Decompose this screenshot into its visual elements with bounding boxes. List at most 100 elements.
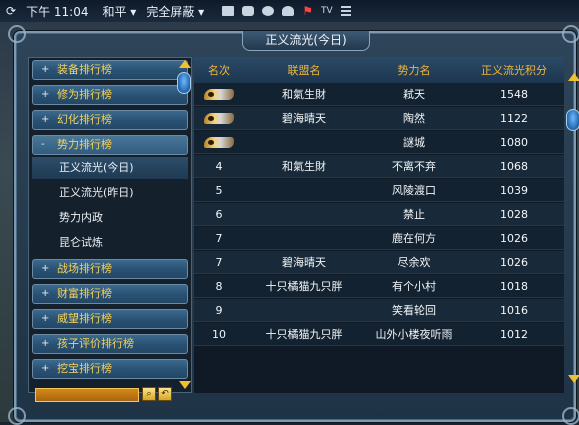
- score-cell: 1012: [500, 327, 528, 341]
- sidebar-item-label: 战场排行榜: [57, 262, 112, 275]
- column-header-rank[interactable]: 名次: [194, 62, 244, 78]
- rank-cell: 4: [215, 159, 223, 173]
- category-sidebar: + 装备排行榜 + 修为排行榜 + 幻化排行榜 - 势力排行榜 正义流光(今日)…: [28, 57, 192, 393]
- corner-ornament-icon: [562, 407, 579, 425]
- rank-cell: 7: [215, 231, 223, 245]
- table-row[interactable]: 7 碧海晴天 尽余欢 1026: [194, 251, 564, 274]
- sidebar-item-wealth[interactable]: + 财富排行榜: [32, 284, 188, 304]
- table-row[interactable]: 6 禁止 1028: [194, 203, 564, 226]
- sidebar-item-label: 装备排行榜: [57, 63, 112, 76]
- sidebar-item-label: 孩子评价排行榜: [57, 337, 134, 350]
- people-icon[interactable]: [282, 6, 295, 16]
- search-button[interactable]: ⌕: [142, 387, 156, 401]
- table-row[interactable]: 7 鹿在何方 1026: [194, 227, 564, 250]
- sidebar-item-battlefield[interactable]: + 战场排行榜: [32, 259, 188, 279]
- sidebar-subitem-justice-yesterday[interactable]: 正义流光(昨日): [32, 182, 188, 204]
- rank-cell: 7: [215, 255, 223, 269]
- table-row[interactable]: 和氣生財 弒天 1548: [194, 83, 564, 106]
- faction-cell: 鹿在何方: [392, 232, 436, 245]
- sidebar-scroll-thumb[interactable]: [177, 72, 191, 94]
- menu-icon[interactable]: [340, 6, 351, 16]
- alliance-cell: 碧海晴天: [282, 112, 326, 125]
- top-rank-icon: [204, 137, 234, 148]
- sidebar-item-label: 幻化排行榜: [57, 113, 112, 126]
- refresh-icon[interactable]: ⟳: [6, 4, 16, 18]
- expand-icon: +: [41, 114, 50, 125]
- collapse-icon: -: [41, 139, 45, 150]
- rank-cell: [194, 88, 244, 101]
- sidebar-item-child-rating[interactable]: + 孩子评价排行榜: [32, 334, 188, 354]
- camera-icon[interactable]: [242, 6, 255, 16]
- faction-cell: 謎城: [403, 136, 425, 149]
- table-scroll-up-icon[interactable]: [568, 73, 579, 83]
- faction-cell: 陶然: [403, 112, 425, 125]
- screen-filter-dropdown[interactable]: 完全屏蔽 ▾: [146, 3, 204, 20]
- table-scroll-thumb[interactable]: [566, 109, 579, 131]
- sidebar-item-label: 威望排行榜: [57, 312, 112, 325]
- expand-icon: +: [41, 313, 50, 324]
- search-input[interactable]: [35, 388, 139, 402]
- sidebar-item-treasure[interactable]: + 挖宝排行榜: [32, 359, 188, 379]
- rank-cell: 9: [215, 303, 223, 317]
- window-title: 正义流光(今日): [242, 31, 370, 51]
- score-cell: 1080: [500, 135, 528, 149]
- sidebar-scroll-up-icon[interactable]: [179, 60, 191, 70]
- alliance-cell: 和氣生財: [282, 88, 326, 101]
- expand-icon: +: [41, 64, 50, 75]
- grid-icon[interactable]: [222, 6, 235, 16]
- expand-icon: +: [41, 89, 50, 100]
- sidebar-subitem-faction-affairs[interactable]: 势力内政: [32, 207, 188, 229]
- table-scroll-down-icon[interactable]: [568, 375, 579, 385]
- table-row[interactable]: 謎城 1080: [194, 131, 564, 154]
- table-row[interactable]: 8 十只橘猫九只胖 有个小村 1018: [194, 275, 564, 298]
- score-cell: 1068: [500, 159, 528, 173]
- rank-cell: 5: [215, 183, 223, 197]
- corner-ornament-icon: [8, 25, 26, 43]
- tv-icon[interactable]: TV: [321, 6, 333, 16]
- expand-icon: +: [41, 338, 50, 349]
- rank-cell: [194, 136, 244, 149]
- score-cell: 1039: [500, 183, 528, 197]
- sidebar-item-faction[interactable]: - 势力排行榜: [32, 135, 188, 155]
- sidebar-item-prestige[interactable]: + 威望排行榜: [32, 309, 188, 329]
- sidebar-subitem-justice-today[interactable]: 正义流光(今日): [32, 157, 188, 179]
- table-row[interactable]: 5 风陵渡口 1039: [194, 179, 564, 202]
- faction-cell: 尽余欢: [397, 256, 431, 269]
- score-cell: 1026: [500, 255, 528, 269]
- table-row[interactable]: 10 十只橘猫九只胖 山外小楼夜听雨 1012: [194, 323, 564, 346]
- alliance-cell: 十只橘猫九只胖: [265, 328, 343, 341]
- top-rank-icon: [204, 113, 234, 124]
- sidebar-item-label: 挖宝排行榜: [57, 362, 112, 375]
- sidebar-item-transform[interactable]: + 幻化排行榜: [32, 110, 188, 130]
- rank-cell: 8: [215, 279, 223, 293]
- faction-cell: 有个小村: [392, 280, 436, 293]
- faction-cell: 弒天: [403, 88, 425, 101]
- alliance-cell: 碧海晴天: [282, 256, 326, 269]
- column-header-alliance[interactable]: 联盟名: [244, 62, 364, 78]
- sidebar-item-cultivation[interactable]: + 修为排行榜: [32, 85, 188, 105]
- magnifier-icon: ⌕: [146, 389, 152, 399]
- column-header-score[interactable]: 正义流光积分: [464, 62, 564, 78]
- score-cell: 1018: [500, 279, 528, 293]
- reset-button[interactable]: ↶: [158, 387, 172, 401]
- corner-ornament-icon: [562, 25, 579, 43]
- column-header-faction[interactable]: 势力名: [364, 62, 464, 78]
- pk-mode-dropdown[interactable]: 和平 ▾: [102, 3, 136, 20]
- sidebar-item-label: 修为排行榜: [57, 88, 112, 101]
- table-row[interactable]: 碧海晴天 陶然 1122: [194, 107, 564, 130]
- sidebar-item-label: 财富排行榜: [57, 287, 112, 300]
- score-cell: 1122: [500, 111, 528, 125]
- faction-cell: 风陵渡口: [392, 184, 436, 197]
- table-row[interactable]: 9 笑看轮回 1016: [194, 299, 564, 322]
- sidebar-item-equipment[interactable]: + 装备排行榜: [32, 60, 188, 80]
- table-header: 名次 联盟名 势力名 正义流光积分: [194, 57, 564, 83]
- chat-icon[interactable]: [262, 6, 275, 16]
- return-icon: ↶: [161, 389, 169, 399]
- sidebar-subitem-kunlun-trial[interactable]: 昆仑试炼: [32, 232, 188, 254]
- ranking-window: 正义流光(今日) + 装备排行榜 + 修为排行榜 + 幻化排行榜 - 势力排行榜…: [8, 25, 579, 425]
- table-row[interactable]: 4 和氣生財 不离不弃 1068: [194, 155, 564, 178]
- alliance-cell: 十只橘猫九只胖: [265, 280, 343, 293]
- red-user-icon[interactable]: ⚑: [302, 4, 313, 18]
- ranking-table: 名次 联盟名 势力名 正义流光积分 和氣生財 弒天 1548 碧海晴天 陶然 1122 謎城…: [194, 57, 564, 393]
- sidebar-scroll-down-icon[interactable]: [179, 381, 191, 391]
